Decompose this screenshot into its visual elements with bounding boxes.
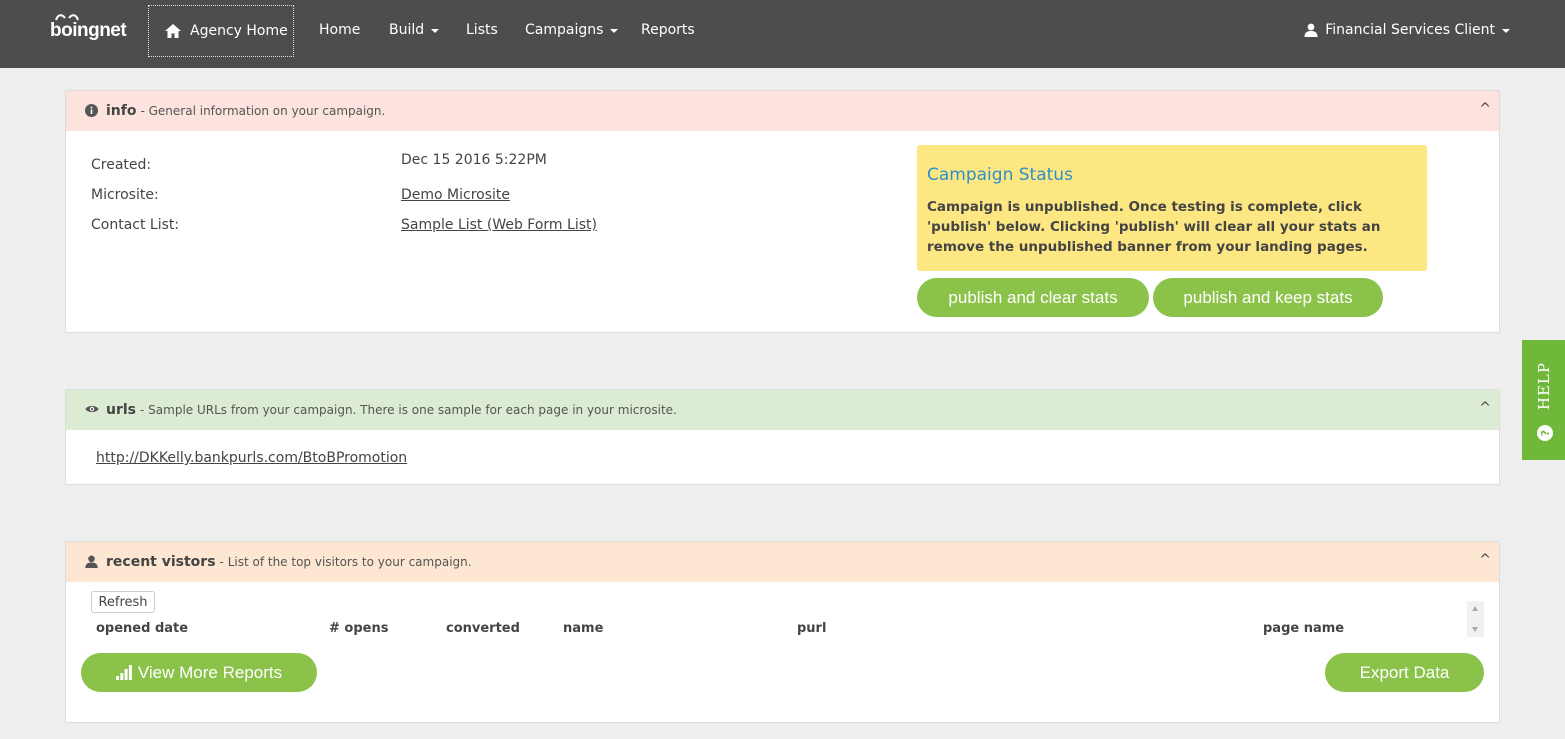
column-name[interactable]: name <box>563 621 603 636</box>
user-icon <box>85 555 99 569</box>
urls-panel-title: urls <box>106 402 137 418</box>
nav-build-label: Build <box>389 22 425 38</box>
scroll-up-icon[interactable] <box>1472 606 1478 611</box>
help-label: HELP <box>1535 362 1553 411</box>
urls-panel: urls - Sample URLs from your campaign. T… <box>65 389 1500 485</box>
chevron-down-icon <box>1502 29 1510 33</box>
top-navbar: boingnet Agency Home Home Build Lists Ca… <box>0 0 1565 68</box>
column-converted[interactable]: converted <box>446 621 520 636</box>
nav-build[interactable]: Build <box>389 0 440 60</box>
info-icon <box>85 104 99 118</box>
created-value: Dec 15 2016 5:22PM <box>401 152 547 168</box>
user-icon <box>1304 23 1318 37</box>
publish-and-keep-stats-button[interactable]: publish and keep stats <box>1153 278 1383 317</box>
refresh-button[interactable]: Refresh <box>91 591 155 613</box>
boingnet-logo[interactable]: boingnet <box>50 12 130 44</box>
column-purl[interactable]: purl <box>797 621 826 636</box>
view-more-reports-button[interactable]: View More Reports <box>81 653 317 692</box>
campaign-status-message: Campaign is unpublished. Once testing is… <box>927 199 1381 255</box>
contact-list-label: Contact List: <box>91 217 180 233</box>
nav-campaigns[interactable]: Campaigns <box>525 0 619 60</box>
table-scrollbar[interactable] <box>1467 601 1484 637</box>
nav-home[interactable]: Home <box>319 0 360 60</box>
question-icon: ? <box>1537 425 1553 441</box>
user-menu[interactable]: Financial Services Client <box>1304 0 1510 60</box>
scroll-down-icon[interactable] <box>1472 627 1478 632</box>
info-panel-subtitle: - General information on your campaign. <box>140 104 386 118</box>
help-tab[interactable]: HELP ? <box>1522 340 1565 460</box>
view-more-reports-label: View More Reports <box>137 662 283 682</box>
user-menu-label: Financial Services Client <box>1325 22 1495 38</box>
column-opens[interactable]: # opens <box>329 621 388 636</box>
recent-visitors-header[interactable]: recent vistors - List of the top visitor… <box>66 542 1499 582</box>
campaign-status-box: Campaign Status Campaign is unpublished.… <box>917 145 1427 271</box>
collapse-toggle-icon[interactable]: ^ <box>1479 552 1491 568</box>
nav-reports-label: Reports <box>641 22 695 38</box>
eye-icon <box>85 403 99 417</box>
home-icon <box>165 24 181 38</box>
campaign-status-title: Campaign Status <box>927 165 1073 185</box>
microsite-label: Microsite: <box>91 187 159 203</box>
created-label: Created: <box>91 157 152 173</box>
info-panel-title: info <box>106 103 137 119</box>
urls-panel-subtitle: - Sample URLs from your campaign. There … <box>140 403 677 417</box>
nav-campaigns-label: Campaigns <box>525 22 604 38</box>
recent-visitors-panel: recent vistors - List of the top visitor… <box>65 541 1500 723</box>
microsite-link[interactable]: Demo Microsite <box>401 187 510 203</box>
nav-reports[interactable]: Reports <box>641 0 695 60</box>
agency-home-label: Agency Home <box>190 23 288 39</box>
column-opened-date[interactable]: opened date <box>96 621 188 636</box>
contact-list-link[interactable]: Sample List (Web Form List) <box>401 217 597 233</box>
chevron-down-icon <box>431 29 440 33</box>
chevron-down-icon <box>610 29 619 33</box>
info-panel-header[interactable]: info - General information on your campa… <box>66 91 1499 131</box>
export-data-button[interactable]: Export Data <box>1325 653 1484 692</box>
recent-visitors-title: recent vistors <box>106 554 216 570</box>
urls-panel-header[interactable]: urls - Sample URLs from your campaign. T… <box>66 390 1499 430</box>
column-page-name[interactable]: page name <box>1263 621 1344 636</box>
logo-text: boingnet <box>50 20 127 41</box>
collapse-toggle-icon[interactable]: ^ <box>1479 400 1491 416</box>
nav-lists-label: Lists <box>466 22 498 38</box>
nav-lists[interactable]: Lists <box>466 0 498 60</box>
nav-home-label: Home <box>319 22 361 38</box>
sample-url-link[interactable]: http://DKKelly.bankpurls.com/BtoBPromoti… <box>96 450 407 466</box>
info-panel: info - General information on your campa… <box>65 90 1500 333</box>
bar-chart-icon <box>115 665 132 680</box>
agency-home-button[interactable]: Agency Home <box>148 5 294 57</box>
collapse-toggle-icon[interactable]: ^ <box>1479 101 1491 117</box>
recent-visitors-subtitle: - List of the top visitors to your campa… <box>219 555 472 569</box>
publish-and-clear-stats-button[interactable]: publish and clear stats <box>917 278 1149 317</box>
